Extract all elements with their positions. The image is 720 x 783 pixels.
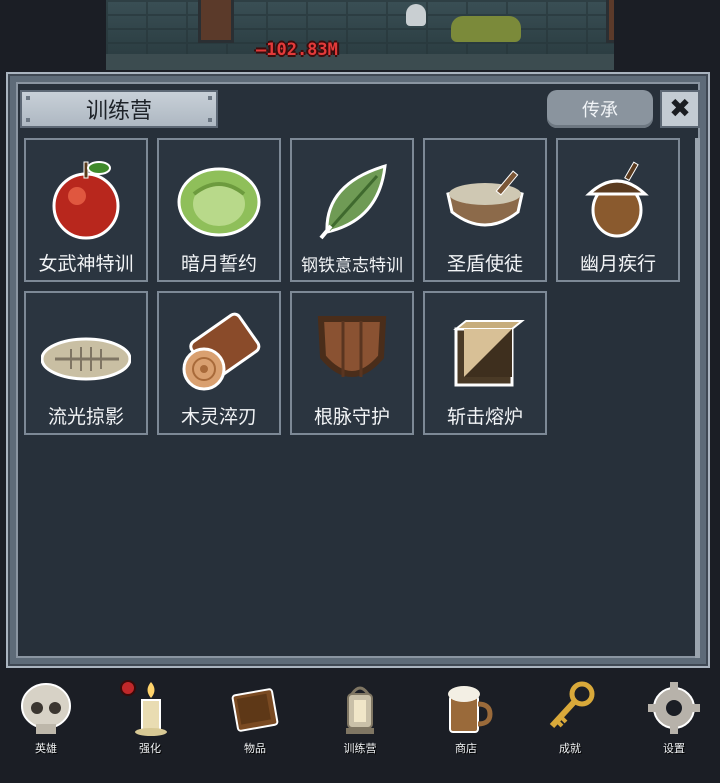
nav-label: 物品 — [244, 742, 266, 755]
nav-item-items[interactable]: 物品 — [215, 680, 295, 756]
battle-scene: —102.83M — [106, 0, 614, 70]
fish-bone-icon — [41, 337, 131, 381]
skull-icon — [21, 683, 71, 734]
card-label: 幽月疾行 — [579, 253, 656, 275]
bolt-icon — [26, 118, 30, 122]
nav-label: 商店 — [455, 742, 477, 755]
lantern-icon — [346, 686, 374, 734]
legacy-button[interactable]: 传承 — [547, 90, 653, 128]
dungeon-floor — [106, 54, 614, 70]
acorn-icon — [585, 161, 649, 238]
cabbage-icon — [177, 167, 261, 237]
card-label: 木灵淬刃 — [180, 406, 257, 428]
key-icon — [549, 681, 595, 729]
training-card[interactable]: 根脉守护 — [290, 291, 414, 435]
training-card[interactable]: 圣盾使徒 — [423, 138, 547, 282]
nav-label: 训练营 — [343, 742, 377, 755]
training-card[interactable]: 钢铁意志特训 — [290, 138, 414, 282]
log-icon — [182, 312, 261, 391]
card-label: 女武神特训 — [38, 253, 134, 275]
nav-label: 设置 — [663, 742, 685, 755]
nav-item-achievements[interactable]: 成就 — [530, 680, 610, 756]
nav-item-settings[interactable]: 设置 — [634, 680, 714, 756]
dungeon-door — [606, 0, 614, 43]
scrollbar[interactable] — [695, 138, 700, 658]
nav-label: 强化 — [139, 742, 161, 755]
close-icon: ✖ — [669, 94, 691, 124]
nav-label: 成就 — [559, 742, 581, 755]
nav-item-training-camp[interactable]: 训练营 — [320, 680, 400, 756]
monster-sprite — [451, 16, 521, 42]
dungeon-door — [198, 0, 234, 43]
beer-mug-icon — [448, 686, 493, 733]
bolt-icon — [208, 96, 212, 100]
training-card[interactable]: 斩击熔炉 — [423, 291, 547, 435]
notification-dot — [120, 680, 136, 696]
panel-title: 训练营 — [85, 99, 152, 124]
bolt-icon — [208, 118, 212, 122]
training-card[interactable]: 流光掠影 — [24, 291, 148, 435]
card-label: 圣盾使徒 — [446, 253, 523, 275]
nav-item-shop[interactable]: 商店 — [426, 680, 506, 756]
training-card[interactable]: 女武神特训 — [24, 138, 148, 282]
panel-title-plate: 训练营 — [20, 90, 218, 128]
damage-number: —102.83M — [256, 40, 338, 60]
apple-icon — [52, 161, 120, 240]
training-card[interactable]: 暗月誓约 — [157, 138, 281, 282]
card-label: 暗月誓约 — [180, 253, 257, 275]
book-icon — [231, 688, 279, 732]
wooden-shield-icon — [317, 316, 387, 377]
leaf-icon — [319, 163, 387, 240]
close-button[interactable]: ✖ — [660, 90, 700, 128]
nav-item-heroes[interactable]: 英雄 — [6, 680, 86, 756]
nav-label: 英雄 — [35, 742, 57, 755]
card-label: 根脉守护 — [313, 406, 390, 428]
game-screen: —102.83M 训练营 传承 ✖ 女武神特训 暗月誓约 钢铁意志特训 圣盾使徒… — [0, 0, 720, 783]
card-label: 斩击熔炉 — [446, 406, 523, 428]
bolt-icon — [26, 96, 30, 100]
gear-icon — [648, 682, 700, 734]
ghost-sprite — [406, 4, 426, 26]
card-label: 流光掠影 — [47, 406, 124, 428]
porridge-bowl-icon — [446, 170, 524, 227]
training-card[interactable]: 幽月疾行 — [556, 138, 680, 282]
training-card[interactable]: 木灵淬刃 — [157, 291, 281, 435]
card-label: 钢铁意志特训 — [301, 256, 403, 276]
crate-icon — [453, 320, 525, 387]
